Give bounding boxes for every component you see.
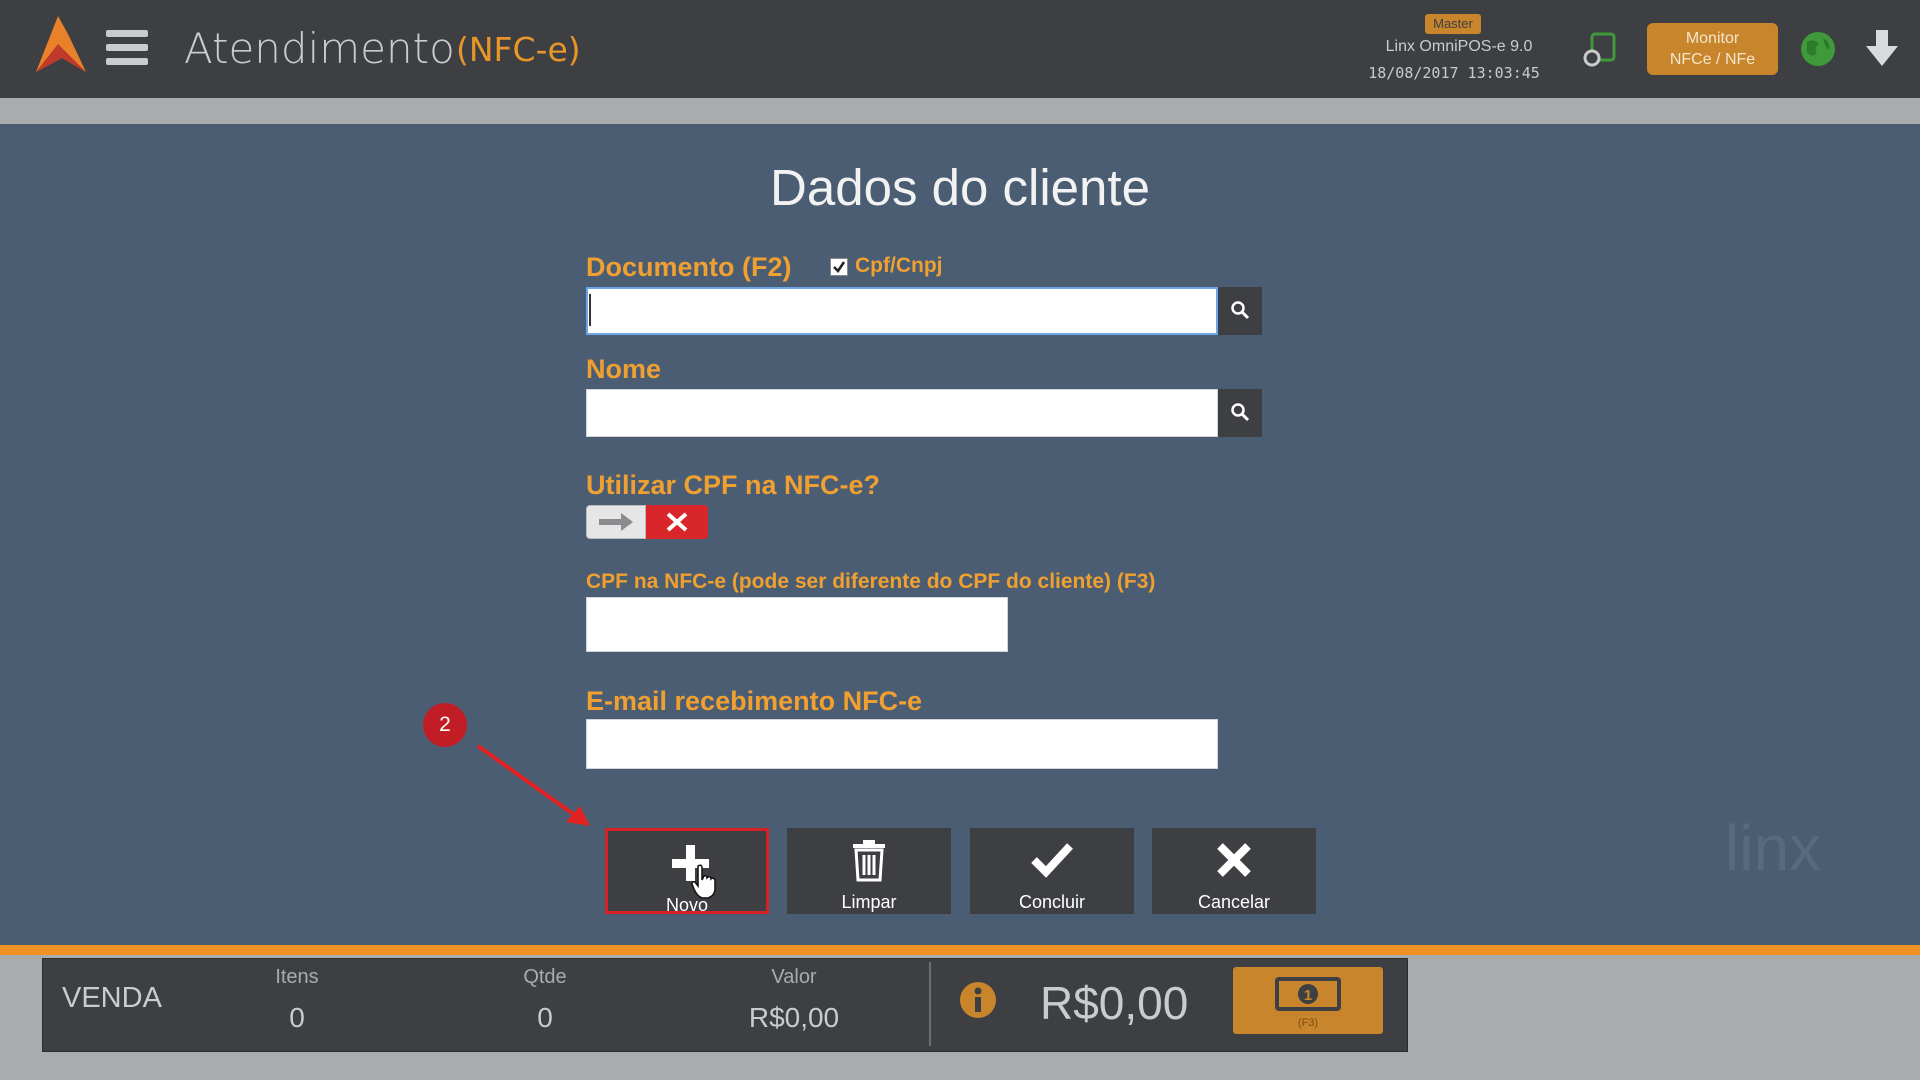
nome-input[interactable]	[586, 389, 1218, 437]
header-divider-strip	[0, 98, 1920, 124]
concluir-button[interactable]: Concluir	[970, 828, 1134, 914]
qtde-label: Qtde	[523, 966, 567, 988]
cpf-nfce-input[interactable]	[586, 597, 1008, 652]
concluir-label: Concluir	[1018, 892, 1086, 912]
monitor-nfce-button[interactable]: Monitor NFCe / NFe	[1647, 23, 1778, 75]
nome-label: Nome	[586, 354, 662, 384]
svg-text:1: 1	[1304, 987, 1312, 1004]
cpf-nfce-label: CPF na NFC-e (pode ser diferente do CPF …	[586, 570, 1156, 593]
cpf-cnpj-checkbox[interactable]	[830, 258, 848, 276]
info-icon[interactable]	[958, 980, 998, 1020]
documento-search-button[interactable]	[1218, 287, 1262, 335]
page-title: Atendimento	[184, 24, 455, 73]
novo-label: Novo	[665, 895, 709, 915]
monitor-label-line2: NFCe / NFe	[1669, 51, 1756, 68]
cancelar-button[interactable]: Cancelar	[1152, 828, 1316, 914]
step-badge: 2	[423, 703, 467, 747]
limpar-button[interactable]: Limpar	[787, 828, 951, 914]
cancelar-label: Cancelar	[1197, 892, 1271, 912]
arrow-right-icon	[599, 513, 633, 531]
hand-cursor-icon	[691, 864, 716, 899]
toggle-knob	[586, 505, 646, 539]
search-icon	[1231, 301, 1250, 320]
sync-status-icon[interactable]	[1582, 30, 1620, 68]
nome-search-button[interactable]	[1218, 389, 1262, 437]
search-icon	[1231, 403, 1250, 422]
cash-icon: 1	[1275, 977, 1341, 1011]
limpar-label: Limpar	[841, 892, 897, 912]
download-arrow-icon[interactable]	[1862, 28, 1902, 68]
version-label: Linx OmniPOS-e 9.0	[1385, 38, 1533, 55]
trash-icon	[853, 840, 885, 882]
totals-divider	[929, 962, 931, 1046]
documento-input[interactable]	[586, 287, 1218, 335]
documento-label: Documento (F2)	[586, 252, 792, 282]
toggle-off-indicator	[646, 505, 708, 539]
check-icon	[833, 261, 846, 273]
datetime-label: 18/08/2017 13:03:45	[1368, 64, 1540, 82]
novo-button[interactable]: Novo	[605, 828, 769, 915]
utilizar-cpf-toggle[interactable]	[586, 505, 708, 539]
svg-text:linx: linx	[1725, 812, 1821, 884]
globe-icon[interactable]	[1799, 30, 1837, 68]
watermark-logo: linx	[1725, 812, 1821, 884]
valor-label: Valor	[771, 966, 817, 988]
master-badge: Master	[1425, 14, 1481, 34]
qtde-value: 0	[537, 1002, 553, 1033]
monitor-label-line1: Monitor	[1685, 30, 1740, 47]
payment-shortcut-label: (F3)	[1297, 1017, 1319, 1029]
checkmark-icon	[1031, 843, 1073, 878]
text-caret	[589, 294, 591, 326]
annotation-arrow-icon	[476, 744, 590, 826]
page-subtitle: (NFC-e)	[456, 30, 581, 69]
email-label: E-mail recebimento NFC-e	[586, 686, 923, 716]
itens-label: Itens	[275, 966, 319, 988]
valor-value: R$0,00	[748, 1002, 840, 1033]
dialog-title: Dados do cliente	[770, 159, 1150, 216]
total-value: R$0,00	[1040, 977, 1189, 1029]
email-input[interactable]	[586, 719, 1218, 769]
utilizar-cpf-label: Utilizar CPF na NFC-e?	[586, 470, 881, 500]
itens-value: 0	[289, 1002, 305, 1033]
linx-logo	[36, 16, 86, 72]
close-icon	[666, 512, 688, 532]
venda-label: VENDA	[62, 982, 162, 1014]
hamburger-menu-icon[interactable]	[106, 30, 148, 66]
x-icon	[1217, 843, 1251, 877]
cpf-cnpj-label: Cpf/Cnpj	[855, 254, 943, 277]
footer-accent-line	[0, 945, 1920, 955]
payment-button[interactable]: 1 (F3)	[1233, 967, 1383, 1034]
